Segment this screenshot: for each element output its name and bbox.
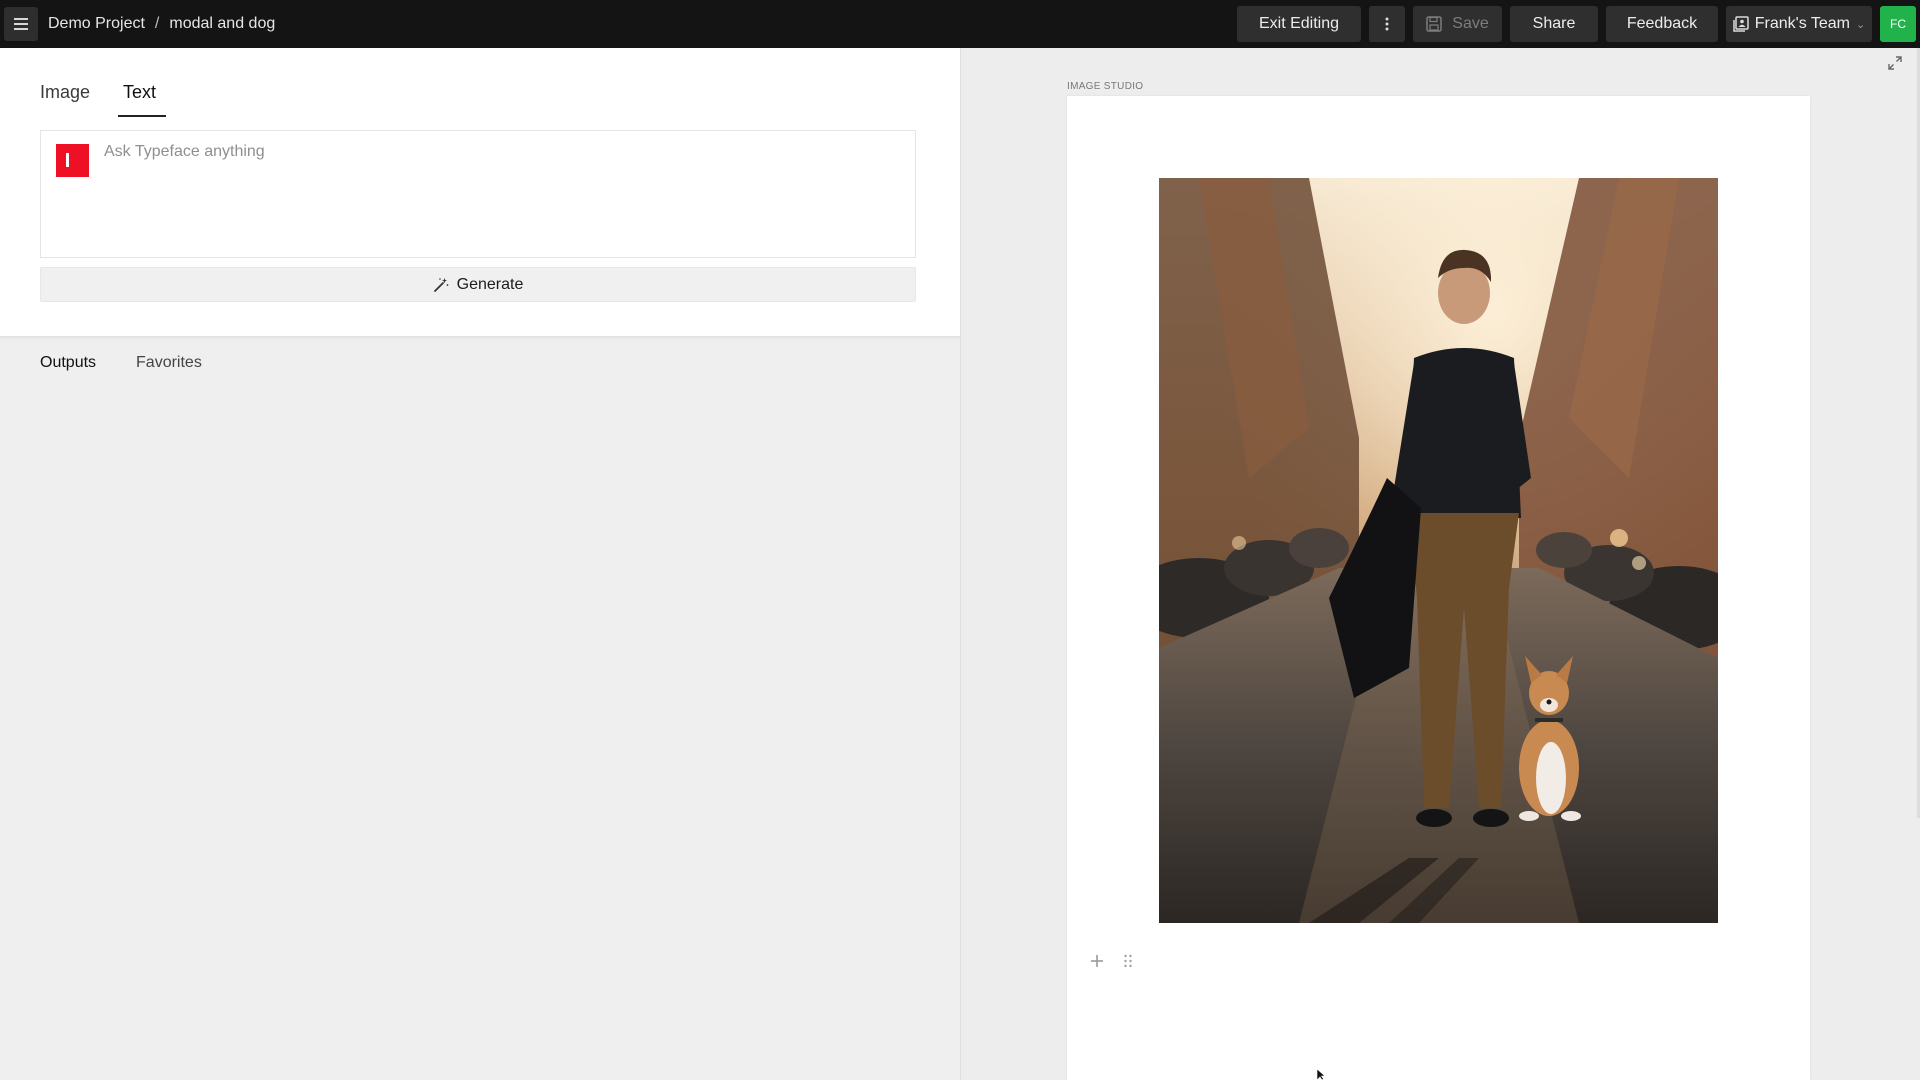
tab-favorites[interactable]: Favorites (136, 354, 202, 372)
team-selector[interactable]: Frank's Team ⌄ (1726, 6, 1872, 42)
breadcrumb-project[interactable]: Demo Project (48, 15, 145, 33)
magic-wand-icon (433, 277, 449, 292)
team-label: Frank's Team (1754, 15, 1850, 32)
chevron-down-icon: ⌄ (1856, 18, 1866, 31)
breadcrumb-document[interactable]: modal and dog (169, 15, 275, 33)
right-pane: IMAGE STUDIO (960, 48, 1920, 1080)
prompt-input[interactable] (104, 143, 894, 243)
plus-icon[interactable] (1090, 954, 1104, 968)
expand-icon[interactable] (1888, 56, 1902, 70)
breadcrumb: Demo Project / modal and dog (48, 15, 275, 33)
workspace-icon (1733, 16, 1749, 32)
hamburger-icon (14, 18, 28, 30)
top-actions: Exit Editing Save Share Feedback Frank's… (1237, 0, 1920, 48)
outputs-tabs: Outputs Favorites (40, 354, 242, 372)
top-bar: Demo Project / modal and dog Exit Editin… (0, 0, 1920, 48)
generated-image[interactable] (1159, 178, 1718, 923)
floppy-disk-icon (1426, 16, 1443, 32)
drag-handle-icon[interactable] (1123, 954, 1133, 968)
menu-button[interactable] (4, 7, 38, 41)
breadcrumb-separator: / (154, 15, 160, 32)
generate-label: Generate (456, 275, 524, 293)
compose-panel: Image Text Generate (0, 48, 960, 337)
save-button[interactable]: Save (1413, 6, 1502, 42)
tab-text[interactable]: Text (118, 78, 167, 117)
typeface-logo-icon (56, 144, 89, 177)
vertical-dots-icon (1385, 17, 1389, 31)
avatar[interactable]: FC (1880, 6, 1916, 42)
tab-outputs[interactable]: Outputs (40, 354, 96, 372)
feedback-button[interactable]: Feedback (1606, 6, 1718, 42)
more-options-button[interactable] (1369, 6, 1405, 42)
mode-tabs: Image Text (40, 78, 194, 117)
exit-editing-button[interactable]: Exit Editing (1237, 6, 1361, 42)
prompt-box (40, 130, 916, 258)
save-label: Save (1452, 15, 1489, 32)
left-pane: Image Text Generate Outputs Favorites (0, 48, 960, 1080)
share-button[interactable]: Share (1510, 6, 1598, 42)
canvas-card (1067, 96, 1810, 1080)
tab-image[interactable]: Image (40, 78, 90, 117)
mouse-cursor-icon (1317, 1069, 1326, 1080)
studio-label: IMAGE STUDIO (1067, 81, 1144, 92)
generate-button[interactable]: Generate (40, 267, 916, 302)
